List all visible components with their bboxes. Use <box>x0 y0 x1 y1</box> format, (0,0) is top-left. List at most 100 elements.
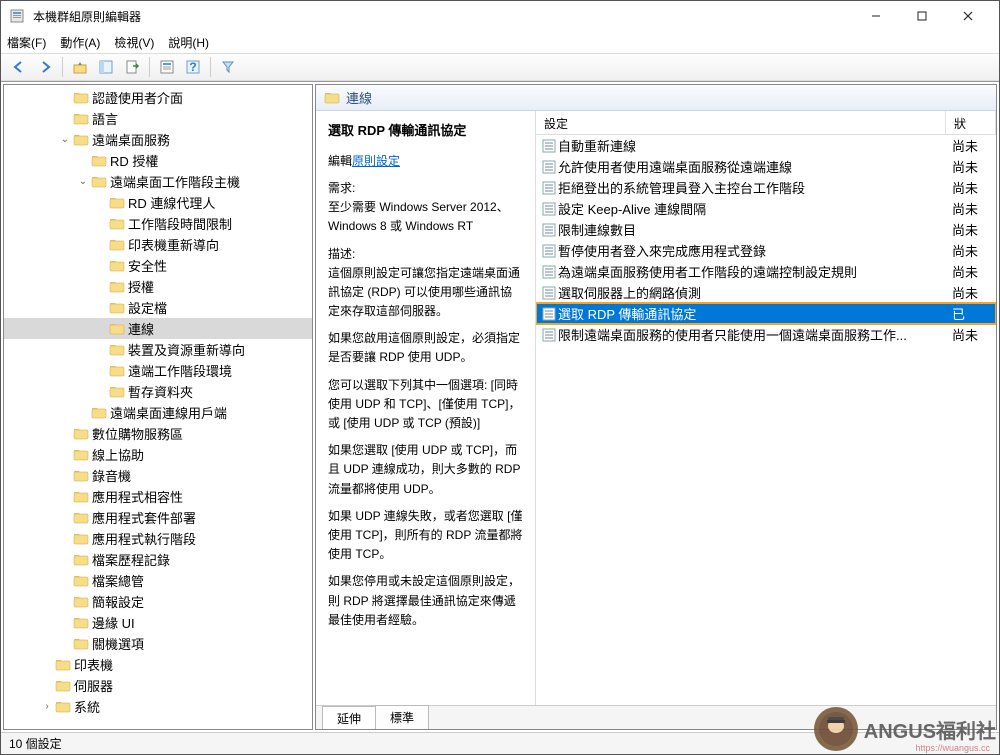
setting-title: 選取 RDP 傳輸通訊協定 <box>328 121 523 142</box>
tree-item[interactable]: 數位購物服務區 <box>4 423 312 444</box>
folder-icon <box>90 175 108 188</box>
setting-name: 限制遠端桌面服務的使用者只能使用一個遠端桌面服務工作... <box>558 325 952 344</box>
setting-state: 尚未 <box>952 199 992 218</box>
setting-state: 尚未 <box>952 325 992 344</box>
help-button[interactable]: ? <box>181 56 205 78</box>
list-row[interactable]: 設定 Keep-Alive 連線間隔尚未 <box>536 198 996 219</box>
menu-view[interactable]: 檢視(V) <box>114 34 154 51</box>
show-hide-tree-button[interactable] <box>94 56 118 78</box>
menu-help[interactable]: 說明(H) <box>168 34 209 51</box>
tree-item[interactable]: ⌄ 遠端桌面工作階段主機 <box>4 171 312 192</box>
settings-list[interactable]: 自動重新連線尚未允許使用者使用遠端桌面服務從遠端連線尚未拒絕登出的系統管理員登入… <box>536 135 996 705</box>
tree-item[interactable]: 工作階段時間限制 <box>4 213 312 234</box>
close-button[interactable] <box>945 1 991 31</box>
setting-icon <box>540 286 558 300</box>
tree-item[interactable]: 應用程式執行階段 <box>4 528 312 549</box>
tree-item[interactable]: 設定檔 <box>4 297 312 318</box>
list-row[interactable]: 自動重新連線尚未 <box>536 135 996 156</box>
export-button[interactable] <box>120 56 144 78</box>
folder-icon <box>72 553 90 566</box>
col-state[interactable]: 狀 <box>946 111 996 134</box>
col-setting[interactable]: 設定 <box>536 111 946 134</box>
folder-icon <box>108 238 126 251</box>
tree-item[interactable]: RD 授權 <box>4 150 312 171</box>
setting-name: 選取伺服器上的網路偵測 <box>558 283 952 302</box>
setting-name: 為遠端桌面服務使用者工作階段的遠端控制設定規則 <box>558 262 952 281</box>
tree-item[interactable]: 暫存資料夾 <box>4 381 312 402</box>
tree-item[interactable]: 認證使用者介面 <box>4 87 312 108</box>
detail-header: 連線 <box>316 85 996 111</box>
expander-icon[interactable]: ⌄ <box>58 134 72 145</box>
folder-icon <box>72 490 90 503</box>
tree-item[interactable]: 關機選項 <box>4 633 312 654</box>
tree-item-label: 簡報設定 <box>90 592 144 611</box>
tree-item-label: 遠端桌面工作階段主機 <box>108 172 240 191</box>
expander-icon[interactable]: ⌄ <box>76 176 90 187</box>
tab-extended[interactable]: 延伸 <box>322 706 376 730</box>
tree-item[interactable]: RD 連線代理人 <box>4 192 312 213</box>
folder-icon <box>54 679 72 692</box>
setting-name: 暫停使用者登入來完成應用程式登錄 <box>558 241 952 260</box>
back-button[interactable] <box>7 56 31 78</box>
filter-button[interactable] <box>216 56 240 78</box>
desc-text-3: 您可以選取下列其中一個選項: [同時使用 UDP 和 TCP]、[僅使用 TCP… <box>328 376 523 434</box>
up-button[interactable] <box>68 56 92 78</box>
minimize-button[interactable] <box>853 1 899 31</box>
list-row[interactable]: 選取 RDP 傳輸通訊協定已 <box>536 303 996 324</box>
tree-item[interactable]: 印表機 <box>4 654 312 675</box>
tree-item[interactable]: 錄音機 <box>4 465 312 486</box>
folder-icon <box>72 511 90 524</box>
tree-item-label: 設定檔 <box>126 298 167 317</box>
tree-item[interactable]: 裝置及資源重新導向 <box>4 339 312 360</box>
expander-icon[interactable]: › <box>40 701 54 712</box>
tree-item[interactable]: 線上協助 <box>4 444 312 465</box>
list-header[interactable]: 設定 狀 <box>536 111 996 135</box>
list-row[interactable]: 選取伺服器上的網路偵測尚未 <box>536 282 996 303</box>
menu-file[interactable]: 檔案(F) <box>7 34 46 51</box>
setting-state: 尚未 <box>952 157 992 176</box>
setting-name: 拒絕登出的系統管理員登入主控台工作階段 <box>558 178 952 197</box>
tree-item-label: 關機選項 <box>90 634 144 653</box>
tree-item[interactable]: 檔案總管 <box>4 570 312 591</box>
folder-icon <box>72 637 90 650</box>
list-row[interactable]: 限制遠端桌面服務的使用者只能使用一個遠端桌面服務工作...尚未 <box>536 324 996 345</box>
tab-standard[interactable]: 標準 <box>375 705 429 729</box>
list-row[interactable]: 允許使用者使用遠端桌面服務從遠端連線尚未 <box>536 156 996 177</box>
list-row[interactable]: 為遠端桌面服務使用者工作階段的遠端控制設定規則尚未 <box>536 261 996 282</box>
folder-icon <box>108 301 126 314</box>
tree-item[interactable]: 安全性 <box>4 255 312 276</box>
tree-item[interactable]: 簡報設定 <box>4 591 312 612</box>
folder-icon <box>108 280 126 293</box>
setting-icon <box>540 181 558 195</box>
folder-icon <box>108 217 126 230</box>
forward-button[interactable] <box>33 56 57 78</box>
titlebar: 本機群組原則編輯器 <box>1 1 999 31</box>
tree-pane[interactable]: 認證使用者介面語言⌄遠端桌面服務RD 授權 ⌄ 遠端桌面工作階段主機RD 連線代理人… <box>3 84 313 730</box>
tree-item[interactable]: 伺服器 <box>4 675 312 696</box>
list-row[interactable]: 暫停使用者登入來完成應用程式登錄尚未 <box>536 240 996 261</box>
edit-policy-link[interactable]: 原則設定 <box>352 154 400 168</box>
folder-icon <box>72 133 90 146</box>
list-row[interactable]: 限制連線數目尚未 <box>536 219 996 240</box>
tree-item[interactable]: 應用程式相容性 <box>4 486 312 507</box>
tree-item[interactable]: 邊緣 UI <box>4 612 312 633</box>
statusbar: 10 個設定 <box>1 732 999 754</box>
tree-item[interactable]: ⌄遠端桌面服務 <box>4 129 312 150</box>
tree-item[interactable]: 檔案歷程記錄 <box>4 549 312 570</box>
menu-action[interactable]: 動作(A) <box>60 34 100 51</box>
maximize-button[interactable] <box>899 1 945 31</box>
tree-item[interactable]: 印表機重新導向 <box>4 234 312 255</box>
tree-item[interactable]: 連線 <box>4 318 312 339</box>
tree-item[interactable]: ›系統 <box>4 696 312 717</box>
setting-icon <box>540 307 558 321</box>
tree-item[interactable]: 授權 <box>4 276 312 297</box>
list-row[interactable]: 拒絕登出的系統管理員登入主控台工作階段尚未 <box>536 177 996 198</box>
properties-button[interactable] <box>155 56 179 78</box>
folder-icon <box>324 91 340 104</box>
tree-item[interactable]: 語言 <box>4 108 312 129</box>
setting-state: 尚未 <box>952 283 992 302</box>
menubar: 檔案(F) 動作(A) 檢視(V) 說明(H) <box>1 31 999 53</box>
tree-item[interactable]: 遠端桌面連線用戶端 <box>4 402 312 423</box>
tree-item[interactable]: 應用程式套件部署 <box>4 507 312 528</box>
tree-item[interactable]: 遠端工作階段環境 <box>4 360 312 381</box>
